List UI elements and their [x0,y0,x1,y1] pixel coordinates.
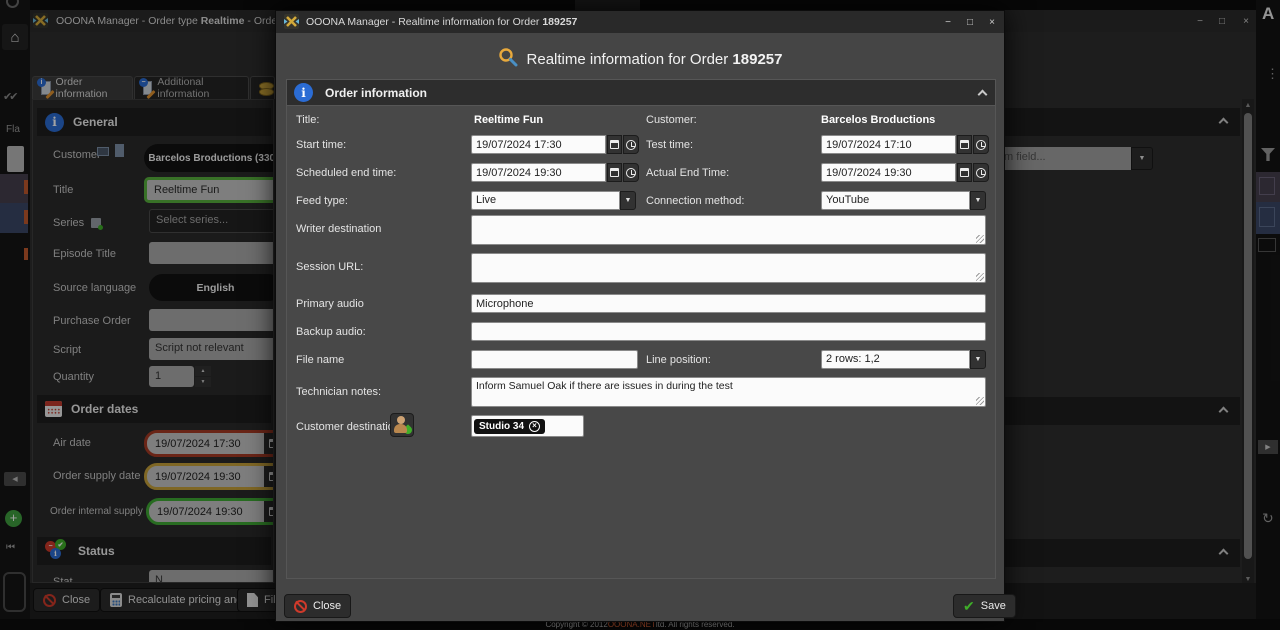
dropdown-arrow-icon: ▼ [975,197,982,204]
scheduled-end-time-input[interactable] [471,163,606,182]
feed-type-label: Feed type: [296,195,348,207]
start-time-input[interactable] [471,135,606,154]
modal-titlebar: OOONA Manager - Realtime information for… [276,11,1004,33]
modal-heading-text: Realtime information for Order 189257 [527,51,783,68]
test-time-group [821,135,989,154]
tag-remove-icon[interactable]: × [529,421,540,432]
clock-button[interactable] [623,135,639,154]
calendar-icon [960,140,969,149]
session-url-field [471,253,986,283]
writer-destination-label: Writer destination [296,223,381,235]
search-icon [498,47,518,71]
modal-maximize-button[interactable]: □ [962,14,978,30]
technician-notes-label: Technician notes: [296,386,381,398]
calendar-icon [610,168,619,177]
start-time-group [471,135,639,154]
connection-method-label: Connection method: [646,195,744,207]
collapse-chevron-icon[interactable] [978,90,988,100]
calendar-button[interactable] [957,163,972,182]
modal-title: OOONA Manager - Realtime information for… [306,16,577,28]
line-position-value: 2 rows: 1,2 [821,350,970,369]
order-information-section-header: i Order information [286,79,996,105]
destination-tag: Studio 34 × [474,419,545,434]
dropdown-button[interactable]: ▼ [620,191,636,210]
connection-method-value: YouTube [821,191,970,210]
actual-end-group [821,163,989,182]
dropdown-button[interactable]: ▼ [970,191,986,210]
file-name-label: File name [296,354,344,366]
order-information-form: Title: Reeltime Fun Customer: Barcelos B… [286,105,996,579]
calendar-button[interactable] [957,135,972,154]
backup-audio-label: Backup audio: [296,326,366,338]
test-time-input[interactable] [821,135,956,154]
modal-close-button[interactable]: × [984,14,1000,30]
primary-audio-label: Primary audio [296,298,364,310]
realtime-info-dialog: OOONA Manager - Realtime information for… [275,10,1005,622]
connection-method-select[interactable]: YouTube ▼ [821,191,986,210]
check-icon: ✔ [963,599,975,613]
dropdown-arrow-icon: ▼ [625,197,632,204]
title-label: Title: [296,114,319,126]
backup-audio-input[interactable] [471,322,986,341]
writer-destination-field [471,215,986,245]
customer-value: Barcelos Broductions [821,114,935,126]
actual-end-time-label: Actual End Time: [646,167,729,179]
clock-icon [626,168,636,178]
technician-notes-textarea[interactable]: Inform Samuel Oak if there are issues in… [471,377,986,407]
scheduled-end-group [471,163,639,182]
modal-heading: Realtime information for Order 189257 [276,47,1004,71]
test-time-label: Test time: [646,139,693,151]
session-url-textarea[interactable] [471,253,986,283]
title-value: Reeltime Fun [474,114,543,126]
dropdown-button[interactable]: ▼ [970,350,986,369]
clock-icon [626,140,636,150]
feed-type-value: Live [471,191,620,210]
ooona-logo-icon [284,14,299,34]
file-name-input[interactable] [471,350,638,369]
dropdown-arrow-icon: ▼ [975,356,982,363]
section-title: Order information [325,86,427,100]
customer-destination-label: Customer destination [296,421,400,433]
dialog-save-button[interactable]: ✔ Save [953,594,1016,618]
feed-type-select[interactable]: Live ▼ [471,191,636,210]
person-pin-icon [393,416,411,434]
dialog-close-button[interactable]: Close [284,594,351,618]
clock-icon [976,168,986,178]
clock-icon [976,140,986,150]
line-position-select[interactable]: 2 rows: 1,2 ▼ [821,350,986,369]
customer-destination-tag-field[interactable]: Studio 34 × [471,415,584,437]
start-time-label: Start time: [296,139,346,151]
clock-button[interactable] [973,135,989,154]
customer-destination-picker-button[interactable] [390,413,414,437]
line-position-label: Line position: [646,354,711,366]
technician-notes-field: Inform Samuel Oak if there are issues in… [471,377,986,407]
customer-label: Customer: [646,114,697,126]
clock-button[interactable] [973,163,989,182]
calendar-icon [610,140,619,149]
writer-destination-textarea[interactable] [471,215,986,245]
screen: OOONA Manager - Order type Realtime - Or… [0,0,1280,630]
info-icon: i [294,83,313,102]
calendar-button[interactable] [607,163,622,182]
primary-audio-input[interactable] [471,294,986,313]
actual-end-time-input[interactable] [821,163,956,182]
clock-button[interactable] [623,163,639,182]
scheduled-end-time-label: Scheduled end time: [296,167,396,179]
modal-minimize-button[interactable]: − [940,14,956,30]
calendar-icon [960,168,969,177]
prohibition-icon [294,600,307,613]
session-url-label: Session URL: [296,261,363,273]
calendar-button[interactable] [607,135,622,154]
